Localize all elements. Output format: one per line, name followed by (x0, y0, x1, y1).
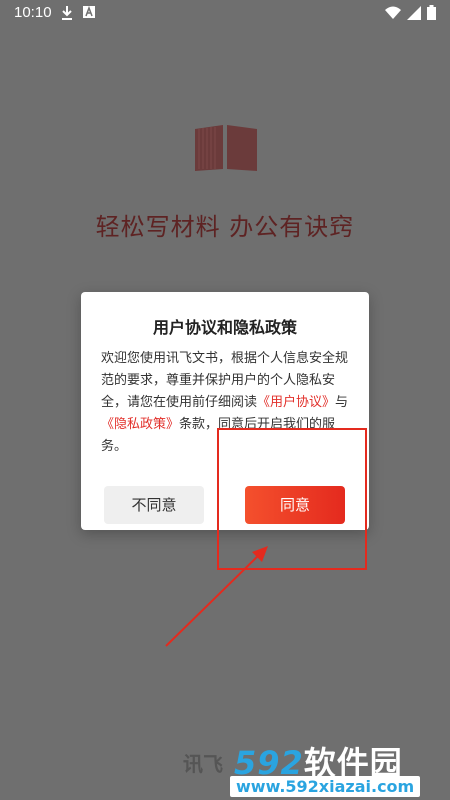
wifi-icon (385, 6, 401, 19)
status-right-icons (385, 5, 436, 20)
status-time: 10:10 (14, 4, 52, 21)
book-logo-icon (195, 125, 257, 171)
watermark: 592软件园 www.592xiazai.com (218, 736, 450, 800)
highlight-annotation-box (217, 428, 367, 570)
disagree-button[interactable]: 不同意 (104, 486, 204, 524)
dialog-title: 用户协议和隐私政策 (152, 318, 297, 337)
dialog-body-mid: 与 (335, 395, 349, 410)
a-square-icon (83, 5, 95, 18)
download-icon (62, 6, 72, 20)
user-agreement-link[interactable]: 《用户协议》 (257, 395, 335, 410)
watermark-url: www.592xiazai.com (230, 776, 421, 797)
battery-icon (427, 5, 436, 20)
status-bar: 10:10 (0, 0, 450, 26)
privacy-policy-link[interactable]: 《隐私政策》 (101, 417, 179, 432)
status-left-icons (60, 5, 96, 21)
slogan: 轻松写材料 办公有诀窍 (95, 213, 355, 241)
brand-partial-text: 讯飞 (183, 752, 223, 776)
signal-icon (407, 5, 421, 20)
